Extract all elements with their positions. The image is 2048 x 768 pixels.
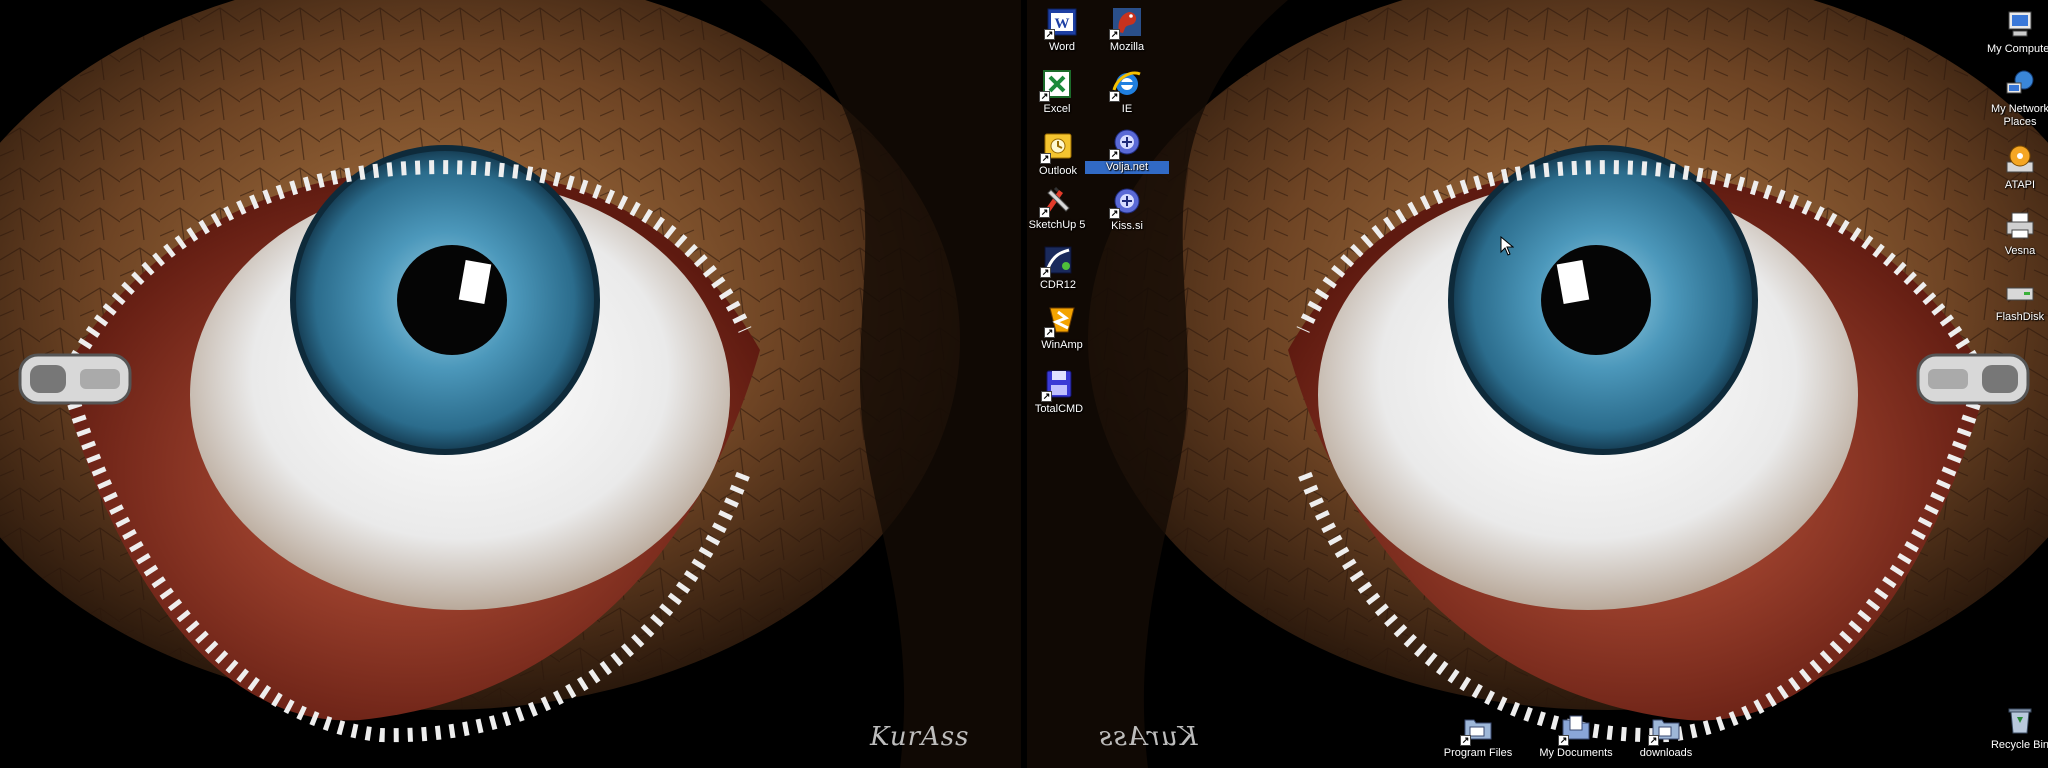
mozilla-icon: ↗ [1109,6,1143,40]
desktop-icon-downloads[interactable]: ↗ downloads [1624,712,1708,760]
desktop-icon-my-documents[interactable]: ↗ My Documents [1534,712,1618,760]
desktop-icon-label: TotalCMD [1034,403,1084,415]
my-computer-icon [2004,8,2036,40]
word-icon: W ↗ [1044,6,1078,40]
desktop-icon-program-files[interactable]: ↗ Program Files [1436,712,1520,760]
desktop-icon-label: ATAPI [2004,179,2036,191]
desktop-icon-recycle-bin[interactable]: Recycle Bin [1978,704,2048,752]
folder-icon: ↗ [1460,712,1494,746]
desktop-icon-label: Recycle Bin [1990,739,2048,751]
desktop-icon-label: My Network Places [1990,103,2048,128]
removable-disk-icon [2004,276,2036,308]
desktop-icon-label: My Documents [1539,747,1613,759]
desktop-icon-label: My Computer [1986,43,2048,55]
winamp-icon: ↗ [1044,304,1078,338]
desktop-icon-label: IE [1121,103,1133,115]
artist-signature-left: KurAss [870,722,970,752]
connection-icon: ↗ [1109,126,1143,160]
desktop-icon-totalcmd[interactable]: ↗ TotalCMD [1017,368,1101,416]
desktop-icon-label: Program Files [1443,747,1513,759]
desktop-icon-cdr12[interactable]: ↗ CDR12 [1016,244,1100,292]
excel-icon: ↗ [1039,68,1073,102]
outlook-icon: ↗ [1040,130,1074,164]
cd-drive-icon [2004,144,2036,176]
desktop-icon-label: FlashDisk [1995,311,2045,323]
internet-explorer-icon: ↗ [1109,68,1143,102]
desktop-icon-label: Volja.net [1085,161,1169,174]
network-places-icon [2004,68,2036,100]
artist-signature-right: KurAss [1098,722,1198,752]
desktop-icon-mozilla[interactable]: ↗ Mozilla [1085,6,1169,54]
desktop-icon-volja[interactable]: ↗ Volja.net [1085,126,1169,174]
desktop-icon-label: Vesna [2004,245,2036,257]
desktop-icon-network-places[interactable]: My Network Places [1978,68,2048,129]
desktop-icon-label: WinAmp [1041,339,1083,351]
desktop-icon-kiss[interactable]: ↗ Kiss.si [1085,185,1169,233]
svg-text:W: W [1055,16,1070,32]
desktop-icon-label: CDR12 [1039,279,1077,291]
desktop-icon-atapi[interactable]: ATAPI [1978,144,2048,192]
my-documents-icon: ↗ [1558,712,1592,746]
desktop-icon-flashdisk[interactable]: FlashDisk [1978,276,2048,324]
mouse-cursor-icon [1500,236,1514,256]
desktop-icon-label: downloads [1639,747,1693,759]
sketchup-icon: ↗ [1039,184,1073,218]
printer-icon [2004,210,2036,242]
totalcmd-icon: ↗ [1041,368,1075,402]
desktop-icon-my-computer[interactable]: My Computer [1978,8,2048,56]
desktop-icon-winamp[interactable]: ↗ WinAmp [1020,304,1104,352]
desktop-icon-label: Mozilla [1109,41,1145,53]
desktop-icon-label: Kiss.si [1111,220,1143,232]
coreldraw-icon: ↗ [1040,244,1074,278]
desktop-icon-ie[interactable]: ↗ IE [1085,68,1169,116]
recycle-bin-icon [2004,704,2036,736]
folder-icon: ↗ [1648,712,1682,746]
desktop-icon-vesna[interactable]: Vesna [1978,210,2048,258]
connection-icon: ↗ [1109,185,1143,219]
